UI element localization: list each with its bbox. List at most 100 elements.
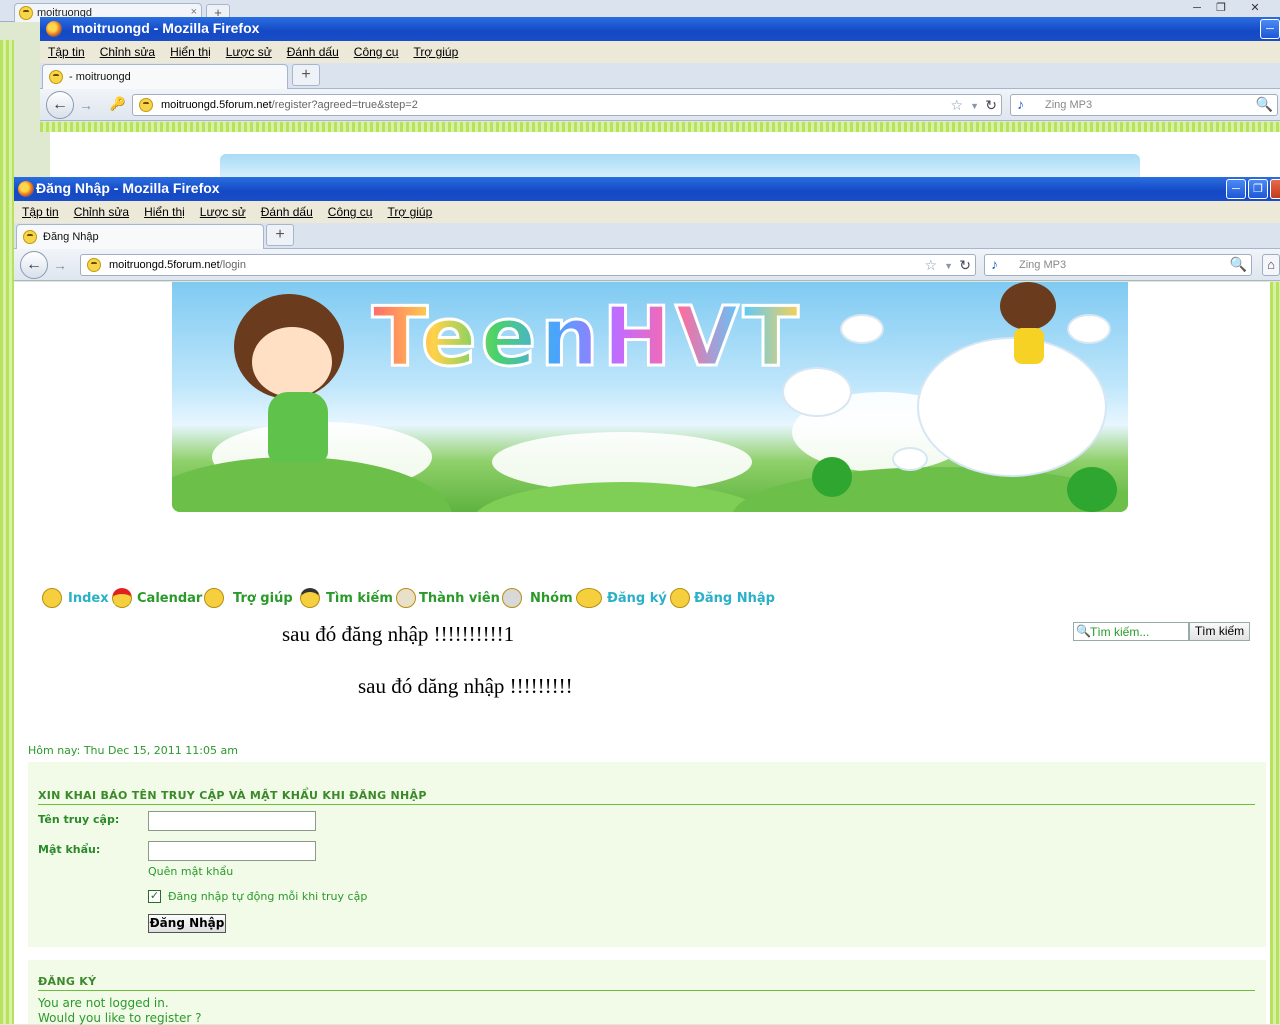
group-smiley-icon [502, 588, 522, 608]
home-icon[interactable]: ⌂ [1262, 254, 1280, 276]
window2-tabbar: Đăng Nhập + [14, 223, 1280, 249]
menu-file[interactable]: Tập tin [14, 201, 66, 219]
search-icon: 🔍 [1076, 624, 1091, 638]
back-arrow-icon[interactable]: ← [46, 91, 74, 119]
window1-page-area [50, 132, 1280, 177]
autologin-label: Đăng nhập tự động mỗi khi truy cập [168, 890, 368, 903]
register-panel: ĐĂNG KÝ You are not logged in. Would you… [28, 960, 1266, 1025]
window2-close-button[interactable] [1270, 179, 1280, 199]
window1-menubar: Tập tin Chỉnh sửa Hiển thị Lược sử Đánh dấu C… [40, 41, 1280, 63]
window2-titlebar: Đăng Nhập - Mozilla Firefox ─ ❐ [14, 177, 1280, 201]
window1-url-domain: moitruongd.5forum.net [161, 99, 272, 111]
site-favicon-icon [23, 230, 37, 244]
username-label: Tên truy cập: [38, 813, 120, 826]
window1-url-field[interactable]: moitruongd.5forum.net/register?agreed=tr… [132, 94, 1002, 116]
menu-view[interactable]: Hiển thị [162, 41, 218, 59]
search-icon[interactable]: 🔍 [1230, 256, 1247, 273]
window1-minimize-button[interactable]: ─ [1260, 19, 1280, 39]
annotation-text-1: sau đó đăng nhập !!!!!!!!!!1 [282, 622, 515, 646]
bookmark-star-icon[interactable]: ☆ [924, 257, 937, 274]
menu-help[interactable]: Trợ giúp [405, 41, 465, 59]
site-favicon-icon [49, 70, 63, 84]
forgot-password-link[interactable]: Quên mật khẩu [148, 865, 233, 878]
window2-search-placeholder: Zing MP3 [1019, 259, 1067, 271]
menu-edit[interactable]: Chỉnh sửa [66, 201, 136, 219]
window1-banner-peek [220, 154, 1140, 177]
username-field[interactable] [148, 811, 316, 831]
register-link[interactable]: Would you like to register ? [38, 1011, 201, 1025]
menu-bookmarks[interactable]: Đánh dấu [279, 41, 346, 59]
menu-view[interactable]: Hiển thị [136, 201, 192, 219]
url-dropdown-icon[interactable]: ▼ [944, 261, 953, 271]
window2-title: Đăng Nhập - Mozilla Firefox [36, 180, 220, 196]
zing-mp3-icon: ♪ [1017, 96, 1024, 112]
site-favicon-icon [19, 6, 33, 20]
back-window-minimize-button[interactable]: ─ [1186, 1, 1208, 17]
forum-search-input[interactable]: 🔍 Tìm kiếm... [1073, 622, 1189, 641]
search-icon[interactable]: 🔍 [1256, 96, 1273, 113]
menu-file[interactable]: Tập tin [40, 41, 92, 59]
window2-navbar: ← → moitruongd.5forum.net/login ☆ ▼ ↻ ♪ … [14, 249, 1280, 281]
bookmark-star-icon[interactable]: ☆ [950, 97, 963, 114]
window2-url-field[interactable]: moitruongd.5forum.net/login ☆ ▼ ↻ [80, 254, 976, 276]
window2-search-field[interactable]: ♪ Zing MP3 🔍 [984, 254, 1252, 276]
glasses-smiley-icon [300, 588, 320, 608]
window2-tab-label: Đăng Nhập [43, 231, 99, 243]
menu-history[interactable]: Lược sử [218, 41, 279, 59]
login-smiley-icon [670, 588, 690, 608]
window2-tab[interactable]: Đăng Nhập [16, 224, 264, 249]
window1-page-border [40, 122, 1280, 132]
firefox-icon [46, 21, 62, 37]
reload-icon[interactable]: ↻ [985, 97, 997, 114]
reload-icon[interactable]: ↻ [959, 257, 971, 274]
window1-tabbar: - moitruongd + [40, 63, 1280, 89]
window1-url-path: /register?agreed=true&step=2 [271, 99, 418, 111]
banner-title: TeenHVT [371, 289, 803, 387]
menu-tools[interactable]: Công cụ [320, 201, 380, 219]
window1-search-field[interactable]: ♪ Zing MP3 🔍 [1010, 94, 1278, 116]
back-window-close-button[interactable]: ✕ [1244, 1, 1266, 17]
forward-arrow-icon[interactable]: → [50, 254, 70, 276]
window2-url-domain: moitruongd.5forum.net [109, 259, 220, 271]
window1-title: moitruongd - Mozilla Firefox [72, 20, 260, 36]
register-smiley-icon [576, 588, 602, 608]
autologin-checkbox[interactable]: ✓ [148, 890, 161, 903]
menu-help[interactable]: Trợ giúp [379, 201, 439, 219]
window1-navbar: ← → 🔑 moitruongd.5forum.net/register?agr… [40, 89, 1280, 121]
zing-mp3-icon: ♪ [991, 256, 998, 272]
forward-arrow-icon[interactable]: → [76, 94, 96, 116]
site-favicon-icon [139, 98, 153, 112]
password-field[interactable] [148, 841, 316, 861]
back-arrow-icon[interactable]: ← [20, 251, 48, 279]
password-label: Mật khẩu: [38, 843, 101, 856]
key-icon[interactable]: 🔑 [108, 94, 128, 114]
window2-maximize-button[interactable]: ❐ [1248, 179, 1268, 199]
register-heading-rule [38, 990, 1255, 991]
annotation-text-2: sau đó dăng nhập !!!!!!!!! [358, 674, 573, 698]
not-logged-in-text: You are not logged in. [38, 996, 169, 1010]
window2-new-tab-button[interactable]: + [266, 224, 294, 246]
menu-edit[interactable]: Chỉnh sửa [92, 41, 162, 59]
forum-search-button[interactable]: Tìm kiếm [1189, 622, 1250, 641]
window1-tab-label: - moitruongd [69, 71, 131, 83]
forum-search-placeholder: Tìm kiếm... [1090, 625, 1150, 639]
login-heading-rule [38, 804, 1255, 805]
menu-history[interactable]: Lược sử [192, 201, 253, 219]
thinking-smiley-icon [204, 588, 224, 608]
login-heading: XIN KHAI BÁO TÊN TRUY CẬP VÀ MẬT KHẨU KH… [38, 789, 427, 802]
window1-tab[interactable]: - moitruongd [42, 64, 288, 89]
window2-minimize-button[interactable]: ─ [1226, 179, 1246, 199]
login-panel: XIN KHAI BÁO TÊN TRUY CẬP VÀ MẬT KHẨU KH… [28, 762, 1266, 947]
window1-new-tab-button[interactable]: + [292, 64, 320, 86]
login-submit-button[interactable]: Đăng Nhập [148, 914, 226, 933]
menu-tools[interactable]: Công cụ [346, 41, 406, 59]
url-dropdown-icon[interactable]: ▼ [970, 101, 979, 111]
register-heading: ĐĂNG KÝ [38, 975, 97, 988]
santa-smiley-icon [112, 588, 132, 608]
background-window-edges [0, 40, 14, 1024]
window2-menubar: Tập tin Chỉnh sửa Hiển thị Lược sử Đánh dấu C… [14, 201, 1280, 223]
current-date: Hôm nay: Thu Dec 15, 2011 11:05 am [28, 744, 238, 757]
page-right-border [1270, 282, 1280, 1024]
back-window-restore-button[interactable]: ❐ [1210, 1, 1232, 17]
menu-bookmarks[interactable]: Đánh dấu [253, 201, 320, 219]
